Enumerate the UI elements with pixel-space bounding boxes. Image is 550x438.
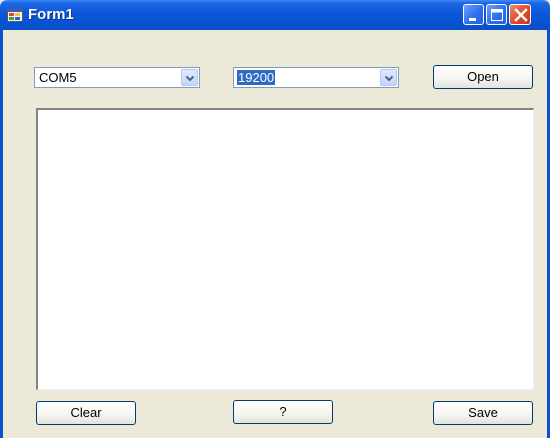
- port-combo-value: COM5: [39, 70, 77, 85]
- close-icon: [514, 8, 528, 22]
- minimize-button[interactable]: [463, 4, 484, 25]
- chevron-down-icon: [185, 75, 195, 82]
- form-app-icon: [7, 7, 23, 23]
- maximize-icon: [491, 9, 503, 21]
- form1-window: Form1 COM5 19200 Open Clear ? Save: [0, 0, 550, 438]
- maximize-button[interactable]: [486, 4, 507, 25]
- help-button[interactable]: ?: [233, 400, 333, 424]
- minimize-icon: [469, 18, 476, 21]
- window-title: Form1: [28, 6, 74, 23]
- open-button[interactable]: Open: [433, 65, 533, 89]
- chevron-down-icon: [384, 75, 394, 82]
- output-textarea[interactable]: [36, 108, 534, 390]
- baud-rate-combo-dropdown-button[interactable]: [380, 69, 397, 86]
- window-frame-left: [0, 30, 3, 438]
- port-combo[interactable]: COM5: [34, 67, 200, 88]
- title-bar[interactable]: Form1: [0, 0, 550, 30]
- baud-rate-combo-value: 19200: [237, 70, 276, 85]
- clear-button[interactable]: Clear: [36, 401, 136, 425]
- close-button[interactable]: [509, 4, 531, 25]
- save-button[interactable]: Save: [433, 401, 533, 425]
- baud-rate-combo[interactable]: 19200: [233, 67, 399, 88]
- port-combo-dropdown-button[interactable]: [181, 69, 198, 86]
